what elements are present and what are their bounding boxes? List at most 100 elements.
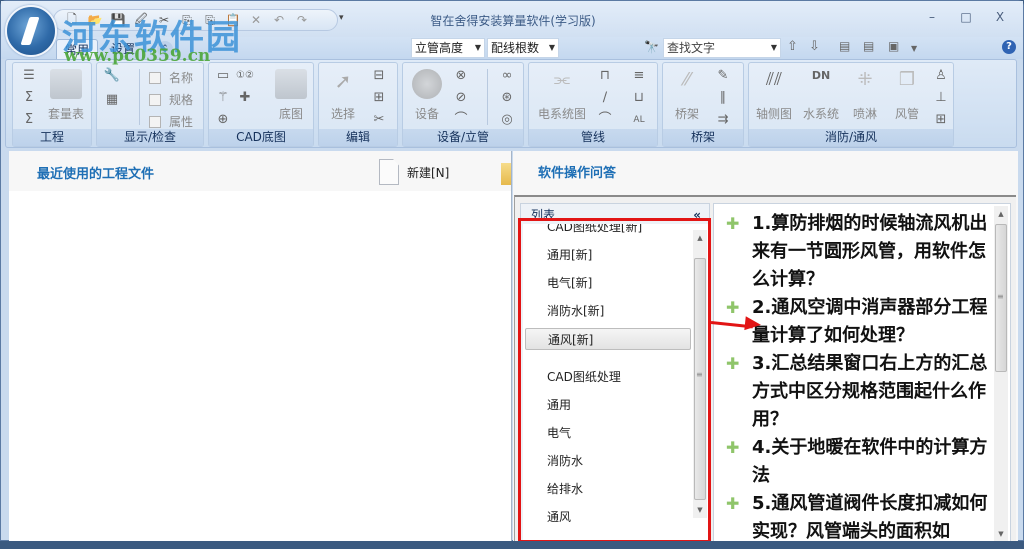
scrollbar-thumb[interactable] — [694, 258, 706, 500]
dimension-icon[interactable]: ⊔ — [629, 89, 649, 107]
riser-icon[interactable]: ⌒ — [451, 111, 471, 129]
grid-icon[interactable]: ▦ — [102, 91, 122, 109]
zoom-lines-icon[interactable]: ≡ — [629, 67, 649, 85]
collapse-list-icon[interactable]: « — [693, 204, 701, 226]
group-equipment-riser: 设备 ⊗ ⊘ ⌒ ∞ ⊛ ◎ 设备/立管 — [402, 62, 524, 147]
list-item-selected[interactable]: 通风[新] — [525, 328, 691, 350]
sum-icon[interactable]: Σ — [19, 89, 39, 107]
duct-button[interactable]: ❒ 风管 — [887, 69, 927, 122]
table-search-icon[interactable]: ⊞ — [931, 111, 951, 129]
trim-icon[interactable]: ✂ — [369, 111, 389, 129]
list-item[interactable]: 电气[新] — [525, 272, 691, 294]
circles-icon[interactable]: ∞ — [497, 67, 517, 85]
find-previous-icon[interactable]: ⇧ — [787, 39, 798, 54]
tray-arrow-icon[interactable]: ⇉ — [713, 111, 733, 129]
fixture-check-icon[interactable]: ⊘ — [451, 89, 471, 107]
group-pipeline: ⫘ 电系统图 ⊓ ∕ ⌒ ≡ ⊔ AL 管线 — [528, 62, 658, 147]
close-button[interactable]: X — [983, 7, 1017, 27]
list-item[interactable]: CAD图纸处理[新] — [525, 224, 691, 238]
outlet-icon[interactable]: ⊥ — [931, 89, 951, 107]
group-project: ☰ Σ Σ 套量表 工程 — [12, 62, 92, 147]
quantity-table-button[interactable]: 套量表 — [43, 69, 89, 122]
fixture-icon[interactable]: ⊗ — [451, 67, 471, 85]
list-item[interactable]: 电气 — [525, 422, 691, 444]
comment-add-icon[interactable]: ✚ — [235, 89, 255, 107]
scroll-down-icon[interactable]: ▼ — [994, 526, 1008, 542]
duct-label: 风管 — [894, 107, 919, 121]
list-item[interactable]: 消防水 — [525, 450, 691, 472]
water-system-button[interactable]: DN 水系统 — [799, 69, 843, 122]
grip-icon: ≡ — [696, 370, 703, 379]
binoculars-icon[interactable]: 🔭 — [644, 40, 659, 54]
magic-wand-icon[interactable]: ⚚ — [213, 89, 233, 107]
sprinkler-button[interactable]: ⁜ 喷淋 — [847, 69, 883, 122]
name-label: 名称 — [169, 71, 194, 85]
list-icon[interactable]: ☰ — [19, 67, 39, 85]
equipment-label: 设备 — [414, 107, 439, 121]
valve-icon[interactable]: ♙ — [931, 67, 951, 85]
riser-height-dropdown[interactable]: 立管高度 ▼ — [411, 38, 485, 58]
tray-edit-icon[interactable]: ✎ — [713, 67, 733, 85]
list-item[interactable]: 消防水[新] — [525, 300, 691, 322]
help-icon[interactable]: ? — [1002, 40, 1016, 54]
base-map-button[interactable]: 底图 — [271, 69, 311, 122]
list-item[interactable]: 通风 — [525, 506, 691, 528]
scroll-down-icon[interactable]: ▼ — [693, 502, 707, 518]
name-checkbox[interactable]: 名称 — [149, 69, 193, 86]
group-cad-base: ▭ ①② ⚚ ✚ ⊕ 底图 CAD底图 — [208, 62, 314, 147]
checkbox-box — [149, 71, 161, 84]
chevron-down-icon[interactable]: ▼ — [911, 44, 917, 53]
application-menu-button[interactable] — [5, 5, 57, 57]
layers-icon[interactable]: ①② — [235, 67, 255, 85]
expand-plus-icon: ✚ — [726, 354, 740, 373]
tray-pen-icon[interactable]: ∥ — [713, 89, 733, 107]
cable-tray-button[interactable]: ⁄⁄ 桥架 — [667, 69, 707, 122]
group-label: 设备/立管 — [403, 129, 523, 146]
pump-icon[interactable]: ◎ — [497, 111, 517, 129]
scroll-up-icon[interactable]: ▲ — [693, 230, 707, 246]
open-folder-icon[interactable] — [501, 163, 511, 185]
new-document-icon — [379, 159, 399, 185]
arrange-icon[interactable]: ⊞ — [369, 89, 389, 107]
maximize-button[interactable]: □ — [949, 7, 983, 27]
axonometric-icon: ⫽⫽ — [765, 69, 783, 90]
axonometric-button[interactable]: ⫽⫽ 轴侧图 — [753, 69, 795, 122]
group-cable-tray: ⁄⁄ 桥架 ✎ ∥ ⇉ 桥架 — [662, 62, 744, 147]
measure-icon[interactable]: ⊓ — [595, 67, 615, 85]
select-button[interactable]: ➚ 选择 — [323, 69, 363, 122]
wire-count-dropdown[interactable]: 配线根数 ▼ — [487, 38, 559, 58]
shape-icon[interactable]: ⊕ — [213, 111, 233, 129]
wrench-icon[interactable]: 🔧 — [102, 67, 122, 85]
display-icon[interactable]: ▣ — [888, 39, 899, 53]
category-list: CAD图纸处理[新] 通用[新] 电气[新] 消防水[新] 通风[新] CAD图… — [523, 224, 709, 544]
scroll-up-icon[interactable]: ▲ — [994, 206, 1008, 222]
spec-checkbox[interactable]: 规格 — [149, 91, 193, 108]
list-item[interactable]: 通用[新] — [525, 244, 691, 266]
layout-icon[interactable]: ▤ — [839, 39, 850, 53]
list-item[interactable]: 通用 — [525, 394, 691, 416]
sum-check-icon[interactable]: Σ — [19, 111, 39, 129]
electric-system-button[interactable]: ⫘ 电系统图 — [533, 69, 591, 122]
list-header-label: 列表 — [531, 208, 556, 222]
new-project-button[interactable]: 新建[N] — [379, 159, 449, 185]
node-icon[interactable]: ⊛ — [497, 89, 517, 107]
split-icon[interactable]: ⊟ — [369, 67, 389, 85]
find-next-icon[interactable]: ⇩ — [809, 39, 820, 54]
tray-icon: ⁄⁄ — [683, 69, 690, 90]
list-item[interactable]: CAD图纸处理 — [525, 366, 691, 388]
equipment-button[interactable]: 设备 — [407, 69, 447, 122]
find-text-combo[interactable]: 查找文字 ▼ — [663, 38, 781, 58]
minimize-button[interactable]: – — [915, 7, 949, 27]
line-draw-icon[interactable]: ∕ — [595, 89, 615, 107]
label-icon[interactable]: AL — [629, 111, 649, 129]
question-scrollbar[interactable]: ▲ ≡ ▼ — [994, 206, 1008, 542]
attribute-checkbox[interactable]: 属性 — [149, 113, 193, 130]
arc-icon[interactable]: ⌒ — [595, 111, 615, 129]
list-item[interactable]: 给排水 — [525, 478, 691, 500]
separator — [487, 69, 488, 125]
recent-projects-pane: 最近使用的工程文件 新建[N] — [9, 151, 512, 542]
new-project-label: 新建[N] — [407, 165, 450, 180]
list-scrollbar[interactable]: ▲ ≡ ▼ — [693, 230, 707, 518]
image-icon[interactable]: ▭ — [213, 67, 233, 85]
layout-alt-icon[interactable]: ▤ — [863, 39, 874, 53]
